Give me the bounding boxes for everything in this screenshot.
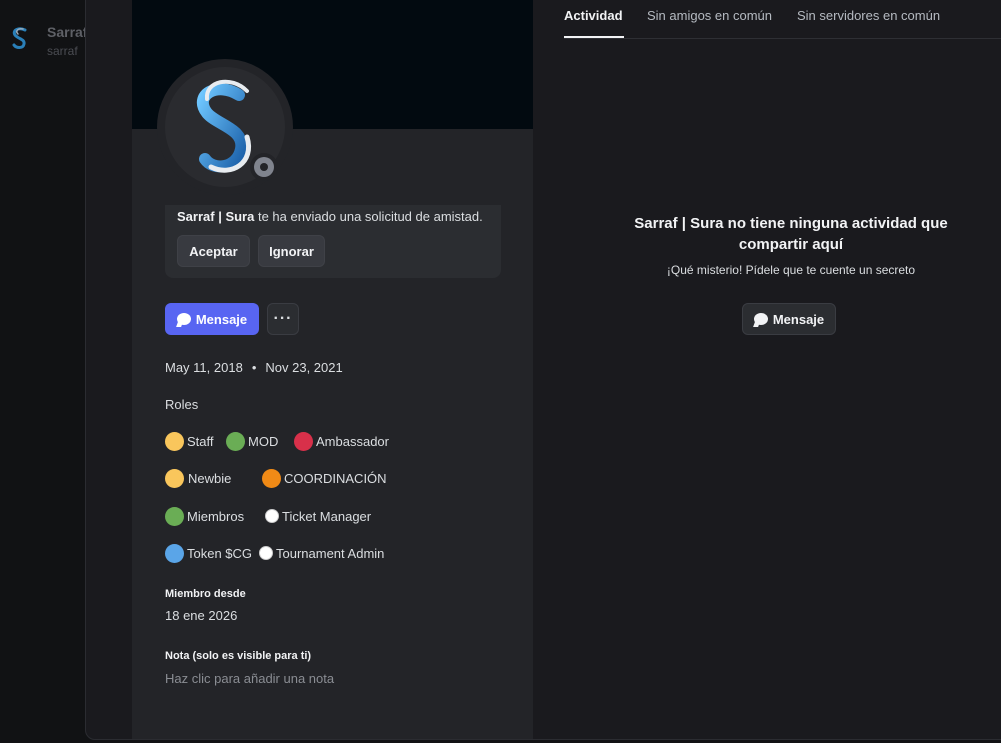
role-mod[interactable]: MOD xyxy=(226,431,278,451)
member-since-label: Miembro desde xyxy=(165,588,246,600)
offline-status-icon xyxy=(254,157,274,177)
status-indicator xyxy=(250,153,278,181)
date-separator: • xyxy=(251,360,257,375)
request-username: Sarraf | Sura xyxy=(177,209,255,224)
role-coordinacion[interactable]: COORDINACIÓN xyxy=(262,468,387,488)
s-logo-icon xyxy=(12,27,27,49)
profile-panel: Sarraf | Sura te ha enviado una solicitu… xyxy=(132,0,533,739)
empty-activity-subtitle: ¡Qué misterio! Pídele que te cuente un s… xyxy=(666,263,916,277)
role-name: Ticket Manager xyxy=(282,508,372,524)
dm-list-item[interactable]: Sarraf sarraf xyxy=(0,18,90,58)
role-miembros[interactable]: Miembros xyxy=(165,506,244,526)
empty-activity-title: Sarraf | Sura no tiene ninguna actividad… xyxy=(634,215,948,253)
role-color-dot xyxy=(265,509,279,523)
active-tab-indicator xyxy=(564,36,624,38)
role-name: Miembros xyxy=(187,508,245,524)
chat-bubble-icon xyxy=(176,312,191,326)
dm-avatar xyxy=(6,24,34,52)
profile-dates: May 11, 2018 • Nov 23, 2021 xyxy=(165,360,343,375)
message-button[interactable]: Mensaje xyxy=(165,303,259,335)
server-join-date: Nov 23, 2021 xyxy=(265,360,343,375)
activity-message-button[interactable]: Mensaje xyxy=(742,303,836,335)
ignore-button[interactable]: Ignorar xyxy=(258,235,325,267)
role-color-dot xyxy=(165,543,184,563)
role-color-dot xyxy=(259,546,273,560)
role-color-dot xyxy=(262,468,281,488)
role-ticket-manager[interactable]: Ticket Manager xyxy=(265,506,371,526)
tab-activity[interactable]: Actividad xyxy=(564,8,623,23)
activity-message-label: Mensaje xyxy=(772,311,825,327)
note-input[interactable]: Haz clic para añadir una nota xyxy=(165,671,334,686)
friend-request-box: Sarraf | Sura te ha enviado una solicitu… xyxy=(165,205,501,278)
role-color-dot xyxy=(165,431,184,451)
role-ambassador[interactable]: Ambassador xyxy=(294,431,389,451)
role-color-dot xyxy=(165,506,184,526)
role-name: Token $CG xyxy=(187,545,253,561)
friend-request-text: Sarraf | Sura te ha enviado una solicitu… xyxy=(177,209,483,224)
member-since-value: 18 ene 2026 xyxy=(165,608,238,623)
message-button-label: Mensaje xyxy=(195,311,248,327)
dm-name: Sarraf xyxy=(47,24,88,40)
role-name: Ambassador xyxy=(316,433,389,449)
more-options-button[interactable]: ··· xyxy=(267,303,299,335)
role-newbie[interactable]: Newbie xyxy=(165,468,231,488)
roles-heading: Roles xyxy=(165,397,199,412)
note-label: Nota (solo es visible para ti) xyxy=(165,650,312,662)
role-name: MOD xyxy=(248,433,279,449)
role-color-dot xyxy=(226,431,245,451)
role-name: Tournament Admin xyxy=(276,545,385,561)
role-name: Newbie xyxy=(188,470,232,486)
profile-modal: Sarraf | Sura te ha enviado una solicitu… xyxy=(85,0,1001,740)
role-token-cg[interactable]: Token $CG xyxy=(165,543,252,563)
request-message: te ha enviado una solicitud de amistad. xyxy=(254,209,483,224)
role-name: COORDINACIÓN xyxy=(284,470,387,486)
accept-button[interactable]: Aceptar xyxy=(177,235,250,267)
tab-mutual-servers[interactable]: Sin servidores en común xyxy=(797,8,940,23)
discord-join-date: May 11, 2018 xyxy=(165,360,243,375)
role-name: Staff xyxy=(187,433,214,449)
role-staff[interactable]: Staff xyxy=(165,431,214,451)
role-tournament-admin[interactable]: Tournament Admin xyxy=(259,543,384,563)
role-color-dot xyxy=(165,468,184,488)
chat-bubble-icon xyxy=(753,312,768,326)
dm-username: sarraf xyxy=(47,44,78,58)
role-color-dot xyxy=(294,431,313,451)
profile-tabs: Actividad Sin amigos en común Sin servid… xyxy=(564,0,1001,39)
tab-mutual-friends[interactable]: Sin amigos en común xyxy=(647,8,772,23)
